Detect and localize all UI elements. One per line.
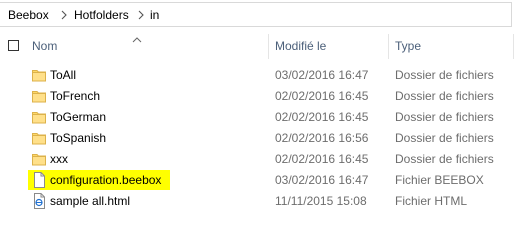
- file-row[interactable]: ToGerman 02/02/2016 16:45 Dossier de fic…: [0, 107, 518, 128]
- file-modified: 02/02/2016 16:45: [275, 152, 369, 166]
- file-type: Dossier de fichiers: [395, 89, 494, 103]
- breadcrumb-item-in[interactable]: in: [150, 3, 159, 26]
- chevron-right-icon[interactable]: [60, 8, 68, 22]
- column-header-type[interactable]: Type: [395, 39, 421, 53]
- address-bar-row: Beebox Hotfolders in: [0, 0, 518, 30]
- file-name: sample all.html: [50, 194, 131, 208]
- folder-icon: [32, 110, 46, 124]
- select-all-checkbox[interactable]: [8, 40, 19, 51]
- file-row[interactable]: sample all.html 11/11/2015 15:08 Fichier…: [0, 191, 518, 212]
- file-type: Dossier de fichiers: [395, 152, 494, 166]
- file-name: ToAll: [50, 68, 77, 82]
- file-row[interactable]: ToAll 03/02/2016 16:47 Dossier de fichie…: [0, 65, 518, 86]
- file-modified: 03/02/2016 16:47: [275, 68, 369, 82]
- file-type: Fichier HTML: [395, 194, 468, 208]
- file-row[interactable]: xxx 02/02/2016 16:45 Dossier de fichiers: [0, 149, 518, 170]
- file-name: ToFrench: [50, 89, 101, 103]
- file-name: ToGerman: [50, 110, 107, 124]
- file-modified: 03/02/2016 16:47: [275, 173, 369, 187]
- column-header-name[interactable]: Nom: [32, 39, 57, 53]
- breadcrumb-item-beebox[interactable]: Beebox: [8, 3, 49, 26]
- folder-icon: [32, 131, 46, 145]
- file-type: Dossier de fichiers: [395, 110, 494, 124]
- file-name: ToSpanish: [50, 131, 107, 145]
- sort-ascending-icon: [132, 32, 142, 43]
- column-divider[interactable]: [513, 34, 514, 59]
- column-divider[interactable]: [388, 34, 389, 59]
- breadcrumb-item-hotfolders[interactable]: Hotfolders: [74, 3, 129, 26]
- file-row[interactable]: ToFrench 02/02/2016 16:45 Dossier de fic…: [0, 86, 518, 107]
- folder-icon: [32, 68, 46, 82]
- html-file-icon: [32, 193, 46, 209]
- folder-icon: [32, 89, 46, 103]
- chevron-right-icon[interactable]: [137, 8, 145, 22]
- file-type: Fichier BEEBOX: [395, 173, 484, 187]
- file-modified: 02/02/2016 16:45: [275, 110, 369, 124]
- folder-icon: [32, 152, 46, 166]
- breadcrumb[interactable]: Beebox Hotfolders in: [0, 2, 512, 27]
- column-header-modified[interactable]: Modifié le: [275, 39, 326, 53]
- file-row[interactable]: ToSpanish 02/02/2016 16:56 Dossier de fi…: [0, 128, 518, 149]
- blank-file-icon: [32, 172, 46, 188]
- file-type: Dossier de fichiers: [395, 131, 494, 145]
- file-modified: 11/11/2015 15:08: [275, 194, 367, 208]
- file-row[interactable]: configuration.beebox 03/02/2016 16:47 Fi…: [0, 170, 518, 191]
- file-modified: 02/02/2016 16:56: [275, 131, 369, 145]
- file-type: Dossier de fichiers: [395, 68, 494, 82]
- file-name: xxx: [50, 152, 68, 166]
- file-name: configuration.beebox: [50, 173, 162, 187]
- column-header-row: Nom Modifié le Type: [0, 30, 518, 63]
- file-modified: 02/02/2016 16:45: [275, 89, 369, 103]
- column-divider[interactable]: [268, 34, 269, 59]
